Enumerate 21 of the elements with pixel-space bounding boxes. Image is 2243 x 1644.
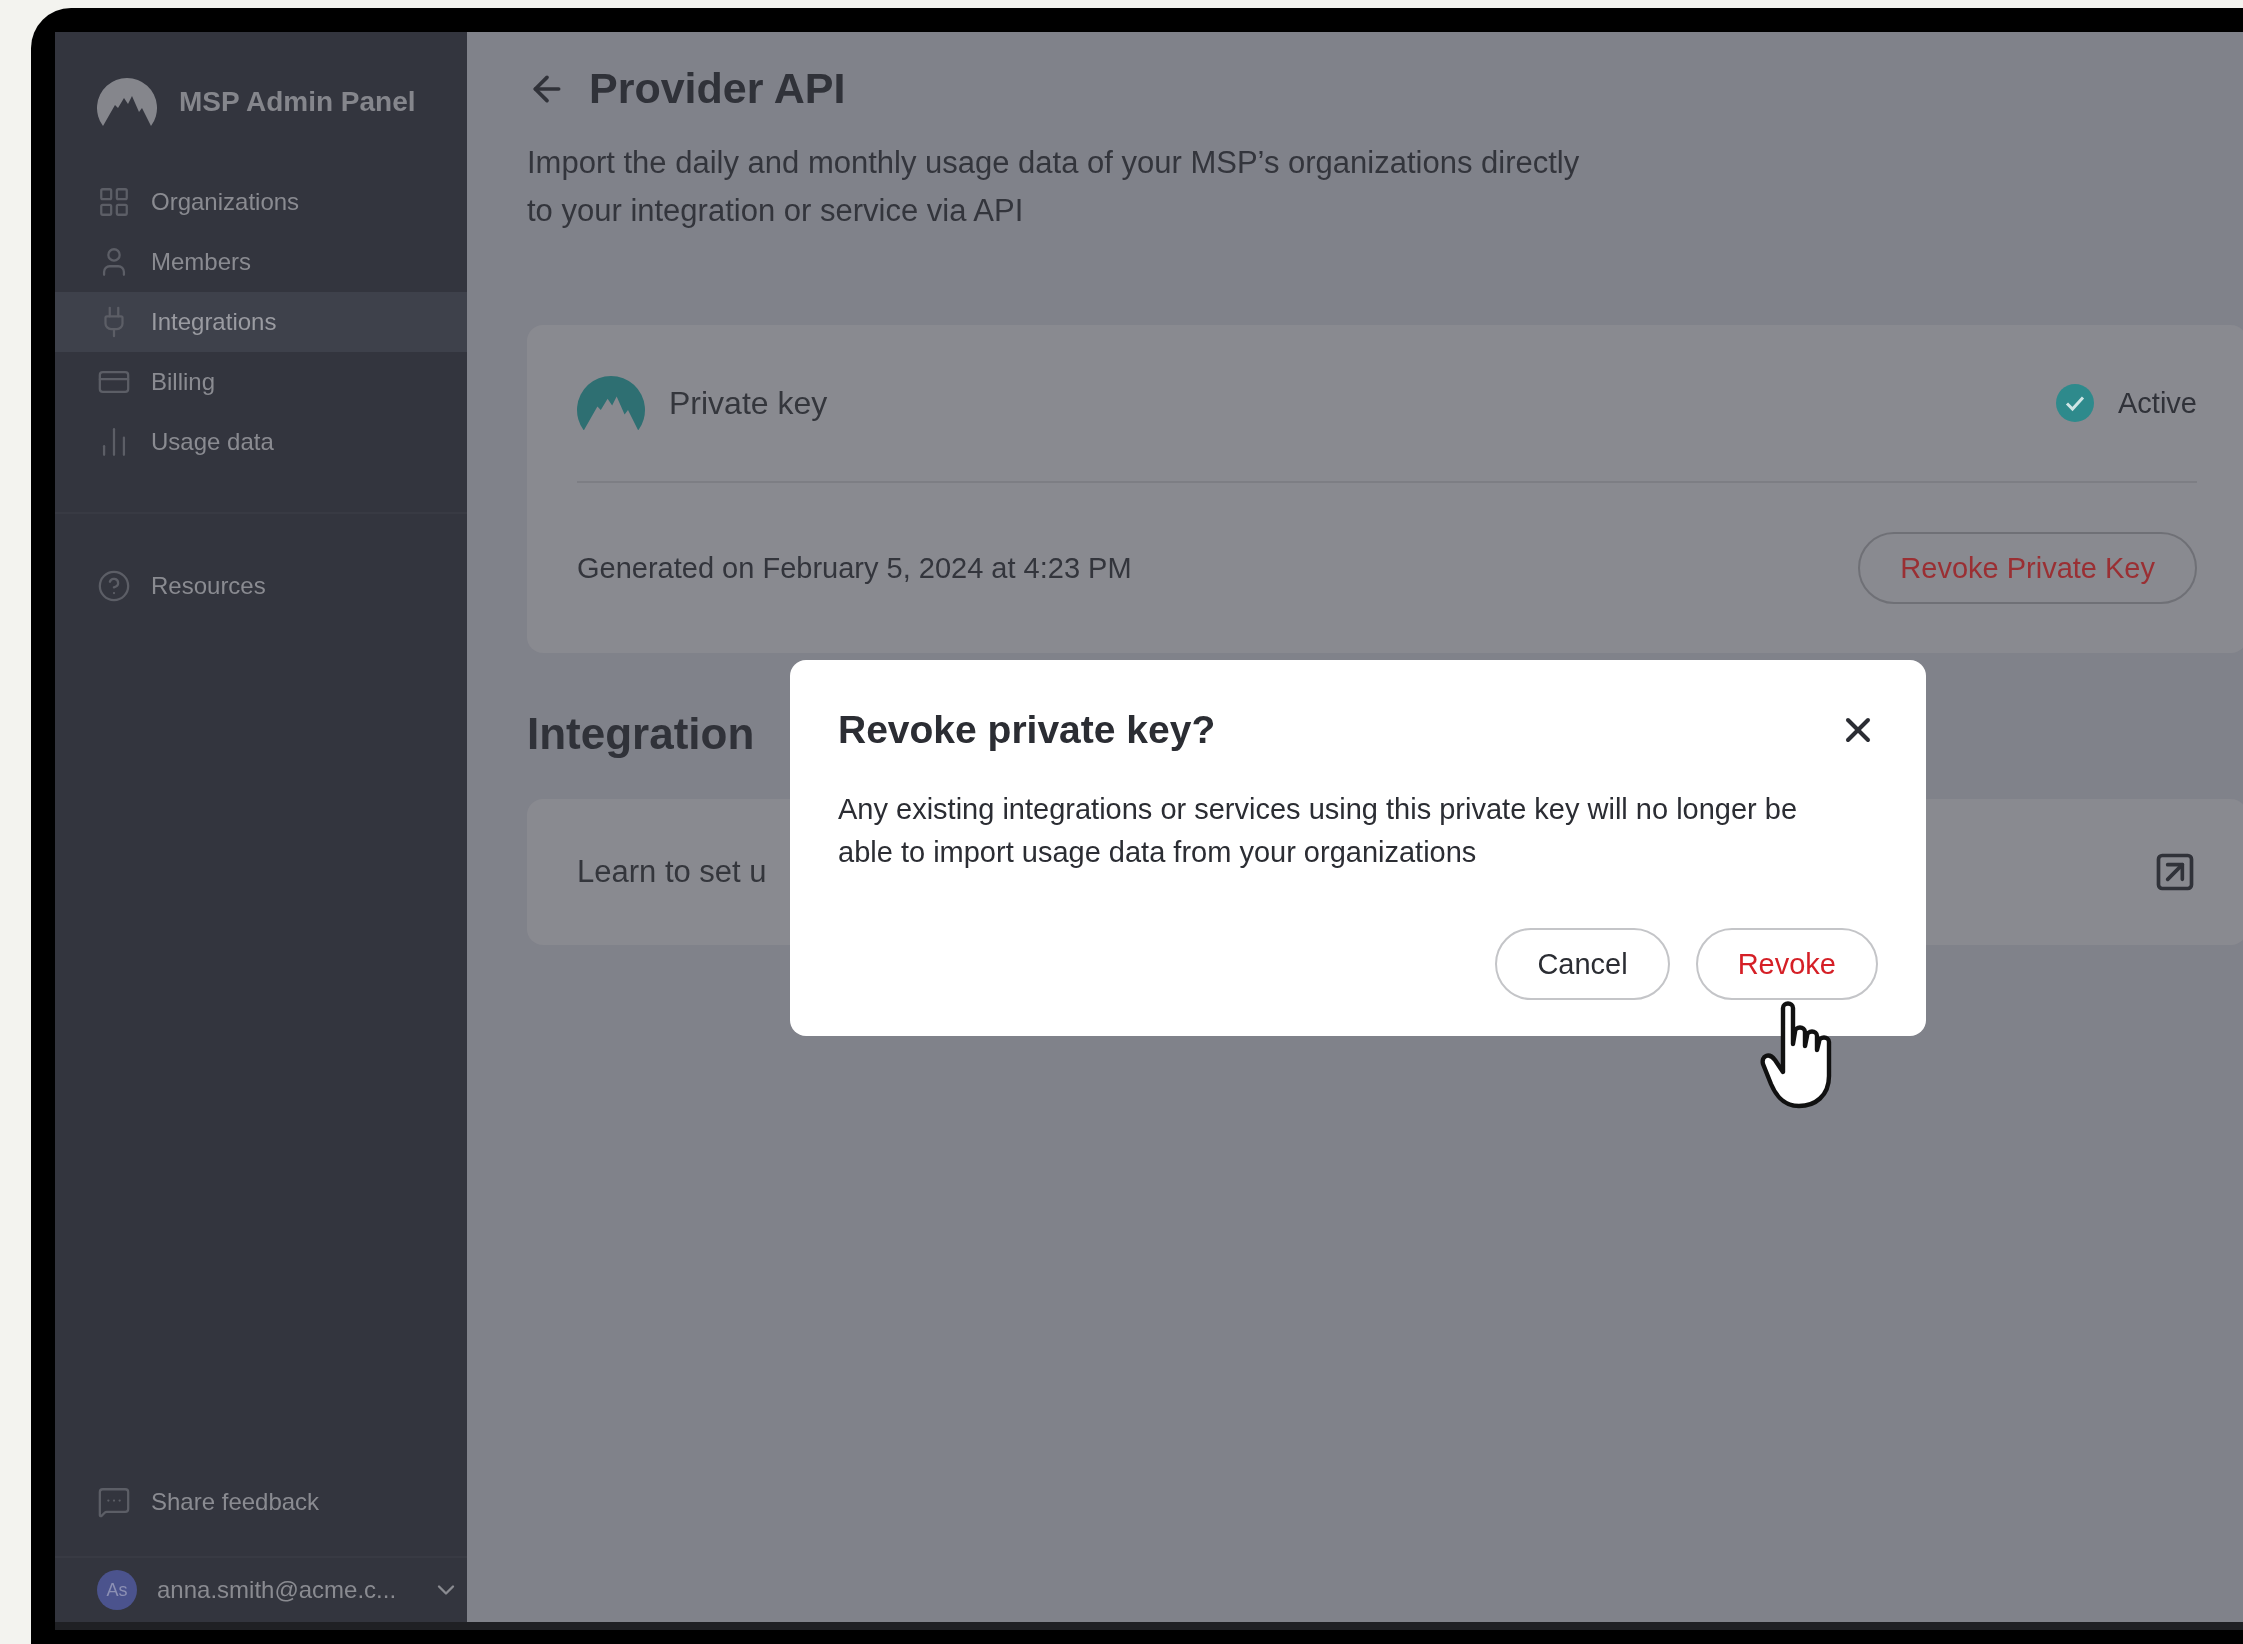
guide-text: Learn to set u — [577, 854, 767, 890]
mountain-logo-icon — [97, 78, 157, 126]
page-title: Provider API — [589, 64, 846, 113]
revoke-button[interactable]: Revoke — [1695, 928, 1878, 1000]
dialog-message: Any existing integrations or services using this private key will no longer be able to import usage data from your organizations — [838, 792, 1799, 870]
section-heading: Integration — [527, 709, 755, 759]
user-avatar: As — [97, 1570, 137, 1610]
dialog-title: Revoke private key? — [838, 708, 1216, 752]
revoke-key-button[interactable]: Revoke Private Key — [1858, 532, 2197, 604]
cancel-button[interactable]: Cancel — [1495, 928, 1670, 1000]
help-icon — [97, 569, 131, 603]
grid-icon — [97, 185, 131, 219]
generated-date: Generated on February 5, 2024 at 4:23 PM — [577, 551, 1132, 585]
mountain-logo-icon — [577, 375, 645, 431]
status-label: Active — [2118, 386, 2197, 420]
brand-title: MSP Admin Panel — [179, 86, 416, 118]
sidebar-item[interactable]: Integrations — [55, 292, 467, 352]
chat-icon — [97, 1485, 131, 1519]
card-title: Private key — [669, 384, 829, 422]
page-description: Import the daily and monthly usage data of your MSP’s organizations directly to your integration or service via API — [527, 144, 1581, 230]
user-email: anna.smith@acme.c... — [157, 1576, 397, 1604]
